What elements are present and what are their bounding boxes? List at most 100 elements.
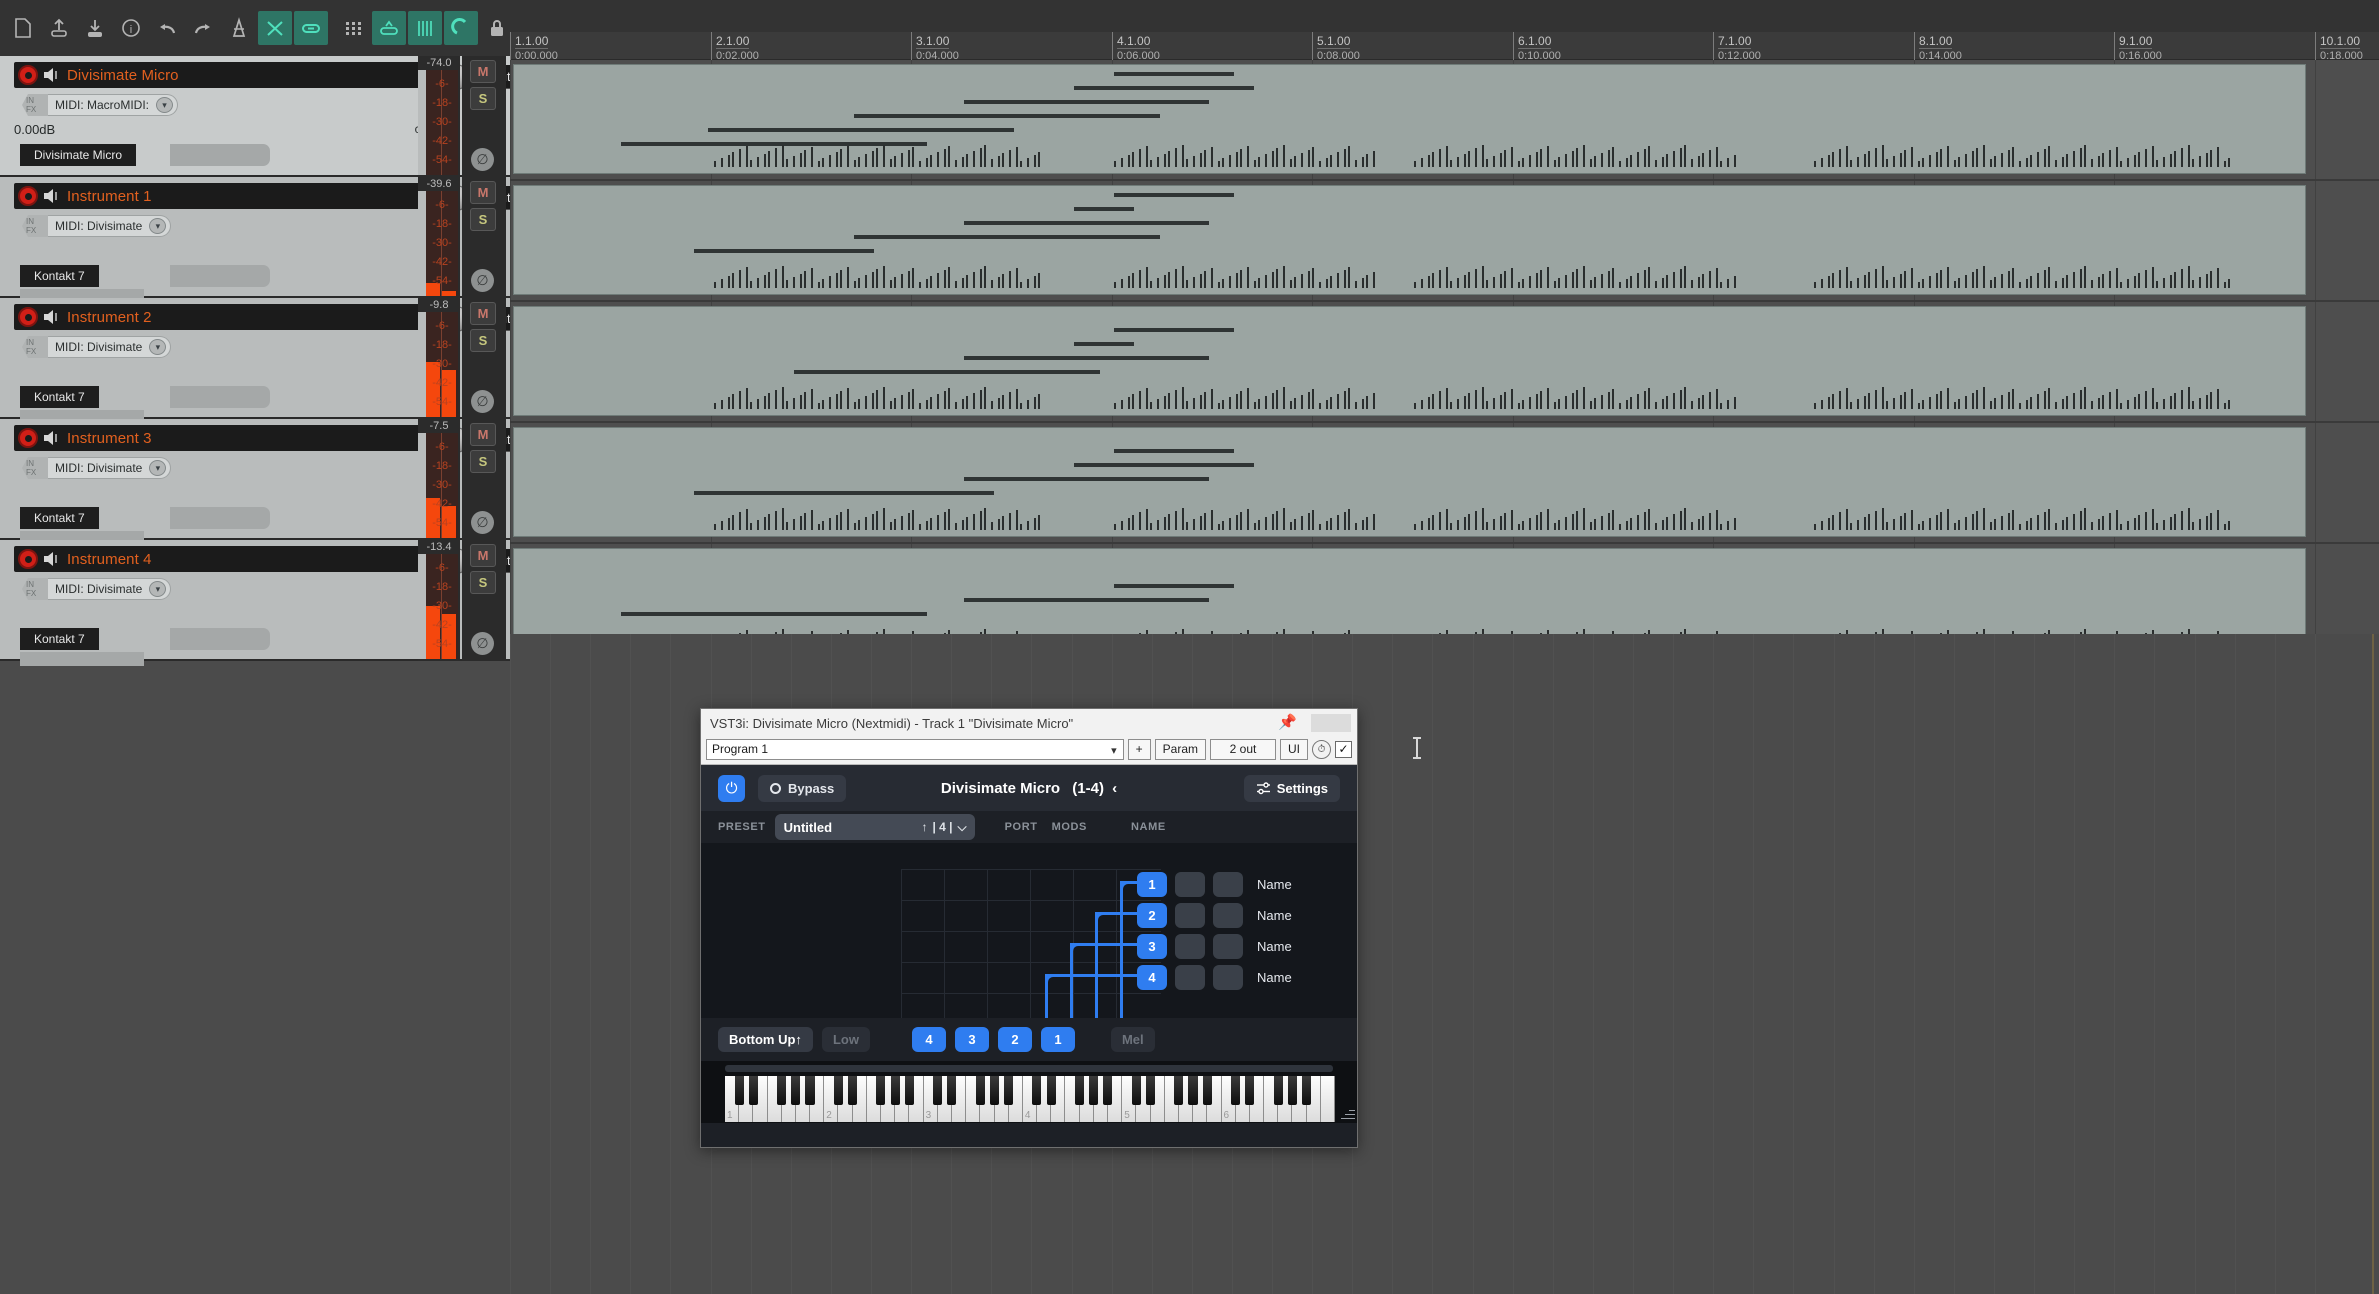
velocity-bar[interactable]: [1900, 153, 1902, 167]
velocity-bar[interactable]: [2174, 151, 2176, 167]
ruler-mark[interactable]: 10.1.00 0:18.000: [2315, 32, 2363, 62]
velocity-bar[interactable]: [732, 515, 734, 530]
velocity-bar[interactable]: [1832, 394, 1834, 409]
velocity-bar[interactable]: [2156, 402, 2158, 409]
velocity-bar[interactable]: [1922, 279, 1924, 288]
midi-note[interactable]: [1114, 449, 1234, 453]
velocity-bar[interactable]: [822, 279, 824, 288]
velocity-bar[interactable]: [937, 515, 939, 530]
velocity-bar[interactable]: [1330, 276, 1332, 288]
velocity-bar[interactable]: [890, 401, 892, 409]
velocity-bar[interactable]: [1601, 516, 1603, 530]
track-lane-3[interactable]: [510, 302, 2379, 423]
velocity-bar[interactable]: [786, 401, 788, 409]
velocity-bar[interactable]: [937, 273, 939, 288]
velocity-bar[interactable]: [2026, 279, 2028, 288]
velocity-bar[interactable]: [1626, 521, 1628, 530]
track-lane-1[interactable]: [510, 60, 2379, 181]
velocity-bar[interactable]: [2206, 395, 2208, 409]
velocity-bar[interactable]: [1850, 160, 1852, 167]
velocity-bar[interactable]: [1002, 153, 1004, 167]
velocity-bar[interactable]: [1193, 277, 1195, 288]
preset-selector[interactable]: Untitled ↑ | 4 | ⌵: [774, 814, 975, 840]
voice-button-4[interactable]: 4: [911, 1027, 946, 1052]
velocity-bar[interactable]: [2026, 400, 2028, 409]
velocity-bar[interactable]: [1146, 509, 1148, 530]
velocity-bar[interactable]: [1511, 268, 1513, 288]
velocity-bar[interactable]: [1373, 514, 1375, 530]
velocity-bar[interactable]: [1511, 147, 1513, 167]
velocity-bar[interactable]: [1839, 149, 1841, 167]
velocity-bar[interactable]: [1432, 273, 1434, 288]
velocity-bar[interactable]: [829, 276, 831, 288]
velocity-bar[interactable]: [1337, 273, 1339, 288]
velocity-bar[interactable]: [1576, 390, 1578, 409]
velocity-bar[interactable]: [829, 518, 831, 530]
velocity-bar[interactable]: [836, 152, 838, 167]
ruler-mark[interactable]: 6.1.00 0:10.000: [1513, 32, 1561, 62]
velocity-bar[interactable]: [944, 149, 946, 167]
mods-slot-a[interactable]: [1175, 965, 1205, 990]
velocity-bar[interactable]: [1504, 392, 1506, 409]
velocity-bar[interactable]: [1222, 279, 1224, 288]
velocity-bar[interactable]: [1857, 399, 1859, 409]
velocity-bar[interactable]: [1121, 521, 1123, 530]
velocity-bar[interactable]: [1814, 524, 1816, 530]
midi-note[interactable]: [621, 142, 927, 146]
velocity-bar[interactable]: [1254, 402, 1256, 409]
black-key[interactable]: [748, 1076, 758, 1105]
velocity-bar[interactable]: [1673, 272, 1675, 288]
velocity-bar[interactable]: [1702, 395, 1704, 409]
mute-button[interactable]: M: [470, 181, 496, 204]
velocity-bar[interactable]: [829, 155, 831, 167]
velocity-bar[interactable]: [991, 522, 993, 530]
velocity-bar[interactable]: [721, 279, 723, 288]
velocity-bar[interactable]: [1265, 517, 1267, 530]
velocity-bar[interactable]: [714, 524, 716, 530]
velocity-bar[interactable]: [1958, 520, 1960, 530]
velocity-bar[interactable]: [1348, 388, 1350, 409]
velocity-bar[interactable]: [2156, 523, 2158, 530]
velocity-bar[interactable]: [2001, 274, 2003, 288]
chevron-down-icon[interactable]: ▾: [149, 218, 167, 234]
velocity-bar[interactable]: [1518, 161, 1520, 167]
velocity-bar[interactable]: [1558, 278, 1560, 288]
velocity-bar[interactable]: [1414, 524, 1416, 530]
velocity-bar[interactable]: [775, 269, 777, 288]
velocity-bar[interactable]: [1326, 158, 1328, 167]
velocity-bar[interactable]: [1868, 151, 1870, 167]
velocity-bar[interactable]: [1720, 403, 1722, 409]
velocity-bar[interactable]: [1283, 387, 1285, 409]
velocity-bar[interactable]: [2030, 276, 2032, 288]
velocity-bar[interactable]: [1326, 521, 1328, 530]
velocity-bar[interactable]: [1428, 276, 1430, 288]
grid-matrix-icon[interactable]: [336, 11, 370, 45]
velocity-bar[interactable]: [1344, 512, 1346, 530]
keyboard-scrollbar[interactable]: [725, 1065, 1333, 1072]
velocity-bar[interactable]: [1446, 146, 1448, 167]
velocity-bar[interactable]: [1601, 153, 1603, 167]
velocity-bar[interactable]: [2084, 266, 2086, 288]
velocity-bar[interactable]: [1344, 270, 1346, 288]
velocity-bar[interactable]: [1468, 151, 1470, 167]
velocity-bar[interactable]: [1355, 160, 1357, 167]
velocity-bar[interactable]: [1673, 514, 1675, 530]
velocity-bar[interactable]: [1337, 515, 1339, 530]
velocity-bar[interactable]: [1716, 510, 1718, 530]
velocity-bar[interactable]: [1698, 277, 1700, 288]
velocity-bar[interactable]: [2012, 389, 2014, 409]
velocity-bar[interactable]: [1446, 388, 1448, 409]
crossfade-icon[interactable]: [258, 11, 292, 45]
velocity-bar[interactable]: [973, 393, 975, 409]
velocity-bar[interactable]: [1211, 147, 1213, 167]
velocity-bar[interactable]: [912, 510, 914, 530]
velocity-bar[interactable]: [984, 387, 986, 409]
velocity-bar[interactable]: [1576, 269, 1578, 288]
velocity-bar[interactable]: [782, 508, 784, 530]
velocity-bar[interactable]: [1540, 149, 1542, 167]
phase-invert-button[interactable]: ∅: [471, 390, 494, 413]
velocity-bar[interactable]: [883, 266, 885, 288]
voice-mode-button[interactable]: Bottom Up↑: [718, 1027, 813, 1052]
open-project-icon[interactable]: [42, 11, 76, 45]
port-name[interactable]: Name: [1257, 877, 1292, 892]
